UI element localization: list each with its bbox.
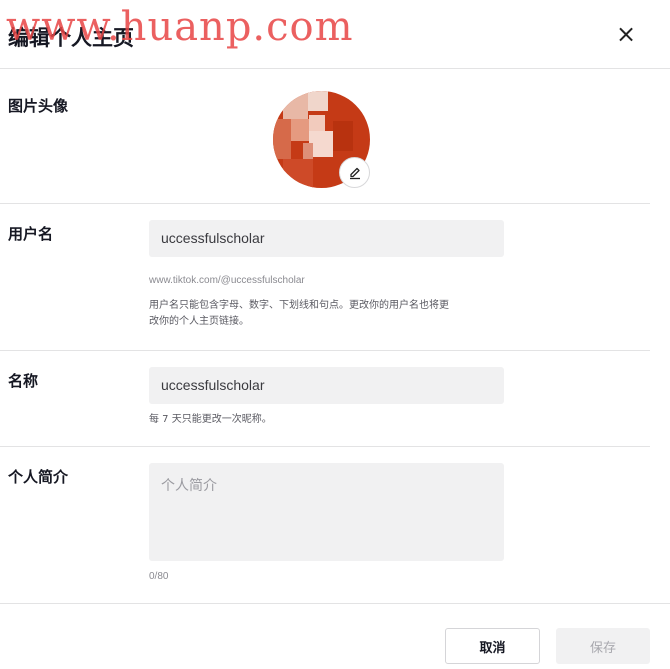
watermark: www.huanp.com xyxy=(6,4,354,50)
username-hint-line2: 改你的个人主页链接。 xyxy=(149,316,249,327)
username-field[interactable]: uccessfulscholar xyxy=(149,220,504,257)
close-icon[interactable]: × xyxy=(612,20,640,48)
bio-label: 个人简介 xyxy=(8,468,69,486)
pencil-icon xyxy=(349,167,360,179)
header-divider xyxy=(0,68,670,69)
bio-char-count: 0/80 xyxy=(149,571,169,582)
profile-url: www.tiktok.com/@uccessfulscholar xyxy=(149,275,305,286)
bio-textarea[interactable] xyxy=(149,463,504,561)
save-button[interactable]: 保存 xyxy=(556,628,650,664)
edit-avatar-button[interactable] xyxy=(339,157,370,188)
section-divider xyxy=(0,350,650,351)
name-field[interactable]: uccessfulscholar xyxy=(149,367,504,404)
username-label: 用户名 xyxy=(8,225,54,243)
photo-label: 图片头像 xyxy=(8,97,69,115)
username-hint-line1: 用户名只能包含字母、数字、下划线和句点。更改你的用户名也将更 xyxy=(149,300,449,311)
section-divider xyxy=(0,446,650,447)
name-hint: 每 7 天只能更改一次昵称。 xyxy=(149,414,272,425)
footer-divider xyxy=(0,603,670,604)
name-label: 名称 xyxy=(8,372,39,390)
section-divider xyxy=(0,203,650,204)
cancel-button[interactable]: 取消 xyxy=(445,628,540,664)
